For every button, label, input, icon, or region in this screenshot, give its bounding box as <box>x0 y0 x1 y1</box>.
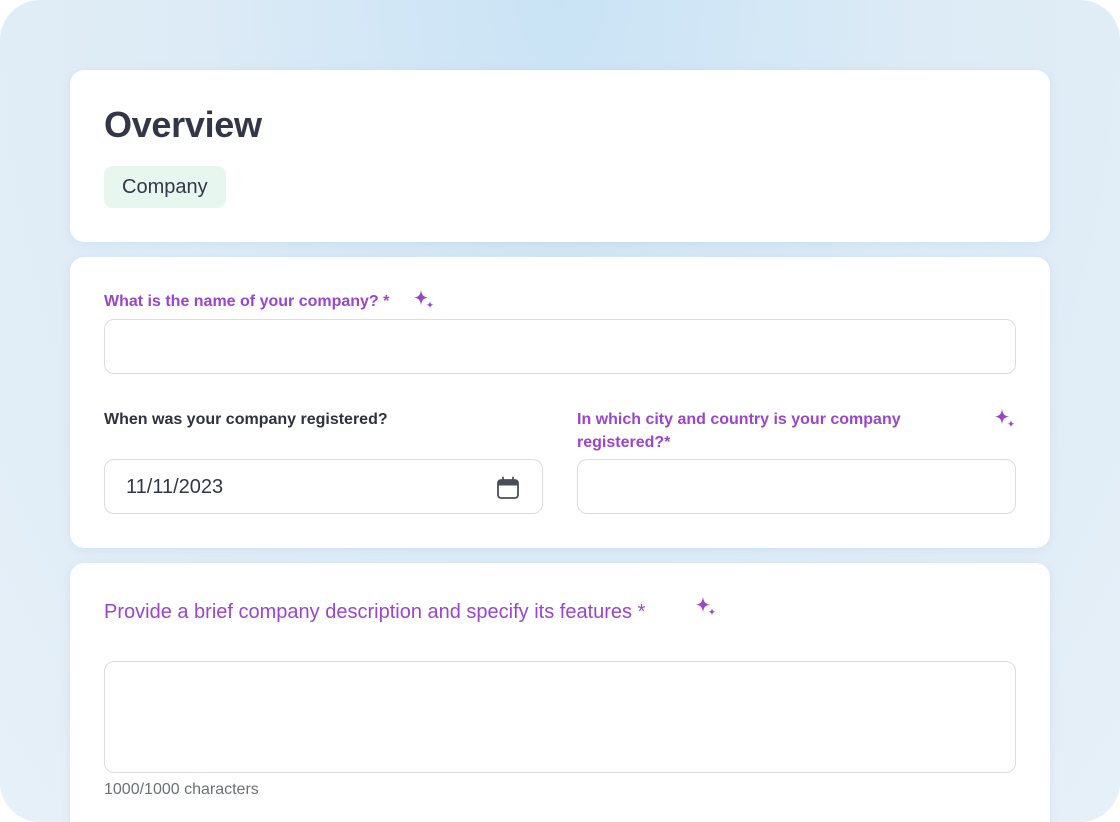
registration-location-input[interactable] <box>577 459 1016 514</box>
company-tag[interactable]: Company <box>104 166 226 208</box>
registration-date-value: 11/11/2023 <box>126 476 224 498</box>
description-card: Provide a brief company description and … <box>70 563 1050 822</box>
sparkle-icon[interactable] <box>993 408 1017 430</box>
page-title: Overview <box>104 104 262 145</box>
registration-location-label: In which city and country is your compan… <box>577 411 901 451</box>
description-textarea[interactable] <box>104 661 1016 773</box>
company-name-label: What is the name of your company? * <box>104 293 390 310</box>
overview-card: Overview Company <box>70 70 1050 242</box>
sparkle-icon[interactable] <box>412 289 436 311</box>
registration-date-input[interactable]: 11/11/2023 <box>104 459 543 514</box>
app-background: Overview Company What is the name of you… <box>0 0 1120 822</box>
calendar-icon[interactable] <box>496 476 520 500</box>
registration-date-label: When was your company registered? <box>104 411 388 428</box>
character-counter: 1000/1000 characters <box>104 781 259 798</box>
company-name-input[interactable] <box>104 319 1016 374</box>
company-details-card: What is the name of your company? * When… <box>70 257 1050 548</box>
description-label: Provide a brief company description and … <box>104 601 646 623</box>
sparkle-icon[interactable] <box>694 596 718 618</box>
